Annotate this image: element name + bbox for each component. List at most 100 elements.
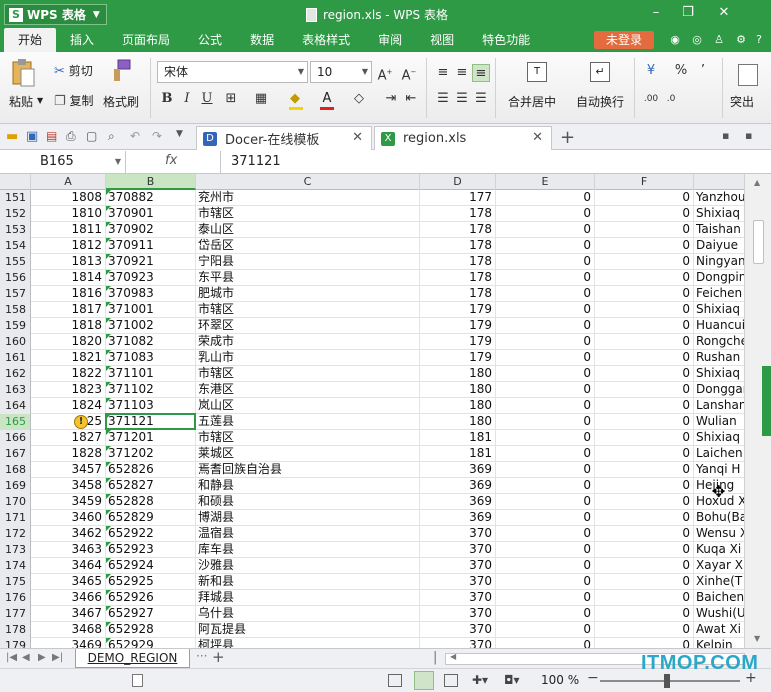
vertical-scroll-thumb[interactable]	[753, 220, 764, 264]
percent-button[interactable]: %	[672, 62, 690, 80]
cell-f[interactable]: 0	[595, 462, 694, 478]
cell-d[interactable]: 178	[420, 286, 496, 302]
cell-b[interactable]: 370902	[106, 222, 196, 238]
cell-e[interactable]: 0	[496, 238, 595, 254]
cell-c[interactable]: 市辖区	[196, 366, 420, 382]
cell-a[interactable]: 3457	[31, 462, 106, 478]
skin-icon[interactable]: ◉	[668, 33, 682, 47]
cell-g[interactable]: Wensu X	[694, 526, 744, 542]
column-header-c[interactable]: C	[196, 174, 420, 190]
row-number[interactable]: 164	[0, 398, 31, 414]
cell-c[interactable]: 市辖区	[196, 302, 420, 318]
cell-g[interactable]: Kuqa Xi	[694, 542, 744, 558]
cell-a[interactable]: 1813	[31, 254, 106, 270]
cell-a[interactable]: 1810	[31, 206, 106, 222]
cell-e[interactable]: 0	[496, 334, 595, 350]
cell-b[interactable]: 371002	[106, 318, 196, 334]
cell-e[interactable]: 0	[496, 558, 595, 574]
help-icon[interactable]: ?	[752, 33, 766, 47]
tab-home[interactable]: 开始	[4, 28, 57, 52]
cell-f[interactable]: 0	[595, 430, 694, 446]
cell-d[interactable]: 178	[420, 238, 496, 254]
cell-e[interactable]: 0	[496, 366, 595, 382]
cell-b[interactable]: 652922	[106, 526, 196, 542]
zoom-level[interactable]: 100 %	[541, 673, 579, 687]
cell-c[interactable]: 岚山区	[196, 398, 420, 414]
cell-f[interactable]: 0	[595, 638, 694, 648]
column-header-d[interactable]: D	[420, 174, 496, 190]
cell-e[interactable]: 0	[496, 254, 595, 270]
cell-e[interactable]: 0	[496, 430, 595, 446]
cell-g[interactable]: Laichen	[694, 446, 744, 462]
cell-d[interactable]: 370	[420, 606, 496, 622]
cell-b[interactable]: 370901	[106, 206, 196, 222]
normal-view-icon[interactable]	[388, 674, 402, 687]
scroll-left-icon[interactable]: ◀	[450, 652, 456, 661]
page-break-view-icon[interactable]	[444, 674, 458, 687]
cell-c[interactable]: 东港区	[196, 382, 420, 398]
cell-c[interactable]: 乳山市	[196, 350, 420, 366]
maximize-button[interactable]: ❐	[678, 4, 698, 22]
cell-d[interactable]: 181	[420, 430, 496, 446]
cell-b[interactable]: 652924	[106, 558, 196, 574]
row-number[interactable]: 172	[0, 526, 31, 542]
print-icon[interactable]: ⎙	[66, 129, 81, 144]
insert-function-button[interactable]: fx	[165, 153, 177, 168]
cell-b[interactable]: 652929	[106, 638, 196, 648]
save-icon[interactable]: ▣	[26, 129, 41, 144]
cell-c[interactable]: 环翠区	[196, 318, 420, 334]
underline-button[interactable]: U	[198, 90, 216, 108]
row-number[interactable]: 161	[0, 350, 31, 366]
cell-g[interactable]: Wushi(U	[694, 606, 744, 622]
cell-f[interactable]: 0	[595, 270, 694, 286]
cell-e[interactable]: 0	[496, 510, 595, 526]
cell-g[interactable]: Ningyan	[694, 254, 744, 270]
paste-dropdown-icon[interactable]: ▼	[37, 96, 43, 105]
clear-format-icon[interactable]: ◇	[350, 90, 368, 108]
cell-c[interactable]: 岱岳区	[196, 238, 420, 254]
row-number[interactable]: 163	[0, 382, 31, 398]
cell-b[interactable]: 652925	[106, 574, 196, 590]
cell-d[interactable]: 370	[420, 638, 496, 648]
cell-g[interactable]: Awat Xi	[694, 622, 744, 638]
cell-d[interactable]: 179	[420, 302, 496, 318]
cell-a[interactable]: 1823	[31, 382, 106, 398]
cell-e[interactable]: 0	[496, 222, 595, 238]
cell-c[interactable]: 市辖区	[196, 430, 420, 446]
cell-b[interactable]: 371101	[106, 366, 196, 382]
close-pane-icon[interactable]: ▪	[745, 129, 760, 144]
cell-b[interactable]: 371202	[106, 446, 196, 462]
cell-d[interactable]: 370	[420, 622, 496, 638]
paste-button[interactable]	[10, 58, 36, 88]
cell-f[interactable]: 0	[595, 382, 694, 398]
cell-a[interactable]: 3458	[31, 478, 106, 494]
cell-a[interactable]: 1811	[31, 222, 106, 238]
cell-b[interactable]: 370983	[106, 286, 196, 302]
paste-label[interactable]: 粘贴	[9, 93, 33, 110]
print-preview-icon[interactable]: ▢	[86, 129, 101, 144]
cell-g[interactable]: Xayar X	[694, 558, 744, 574]
login-button[interactable]: 未登录	[594, 31, 654, 49]
open-folder-icon[interactable]: ▬	[6, 129, 21, 144]
decrease-decimal-icon[interactable]: .0	[662, 90, 680, 108]
cell-a[interactable]: 3466	[31, 590, 106, 606]
shirt-icon[interactable]: ♙	[712, 33, 726, 47]
merge-center-icon[interactable]: T	[527, 62, 547, 82]
spreadsheet-grid[interactable]: A B C D E F 151 1808 370882 兖州市 177 0 0 Yanzhou…	[0, 174, 744, 648]
cell-a[interactable]: 3468	[31, 622, 106, 638]
cell-g[interactable]: Xinhe(T	[694, 574, 744, 590]
next-sheet-icon[interactable]: ▶	[38, 652, 46, 663]
font-name-select[interactable]: 宋体 ▼	[157, 61, 308, 83]
cell-g[interactable]: Bohu(Ba	[694, 510, 744, 526]
row-number[interactable]: 169	[0, 478, 31, 494]
align-right-icon[interactable]: ☰	[472, 90, 490, 108]
cell-g[interactable]: Huancui	[694, 318, 744, 334]
cell-a[interactable]: 3462	[31, 526, 106, 542]
row-number[interactable]: 155	[0, 254, 31, 270]
cell-b[interactable]: 652928	[106, 622, 196, 638]
font-color-icon[interactable]: A	[318, 90, 336, 108]
cell-f[interactable]: 0	[595, 622, 694, 638]
format-painter-label[interactable]: 格式刷	[103, 93, 139, 110]
cell-e[interactable]: 0	[496, 494, 595, 510]
cell-d[interactable]: 180	[420, 414, 496, 430]
